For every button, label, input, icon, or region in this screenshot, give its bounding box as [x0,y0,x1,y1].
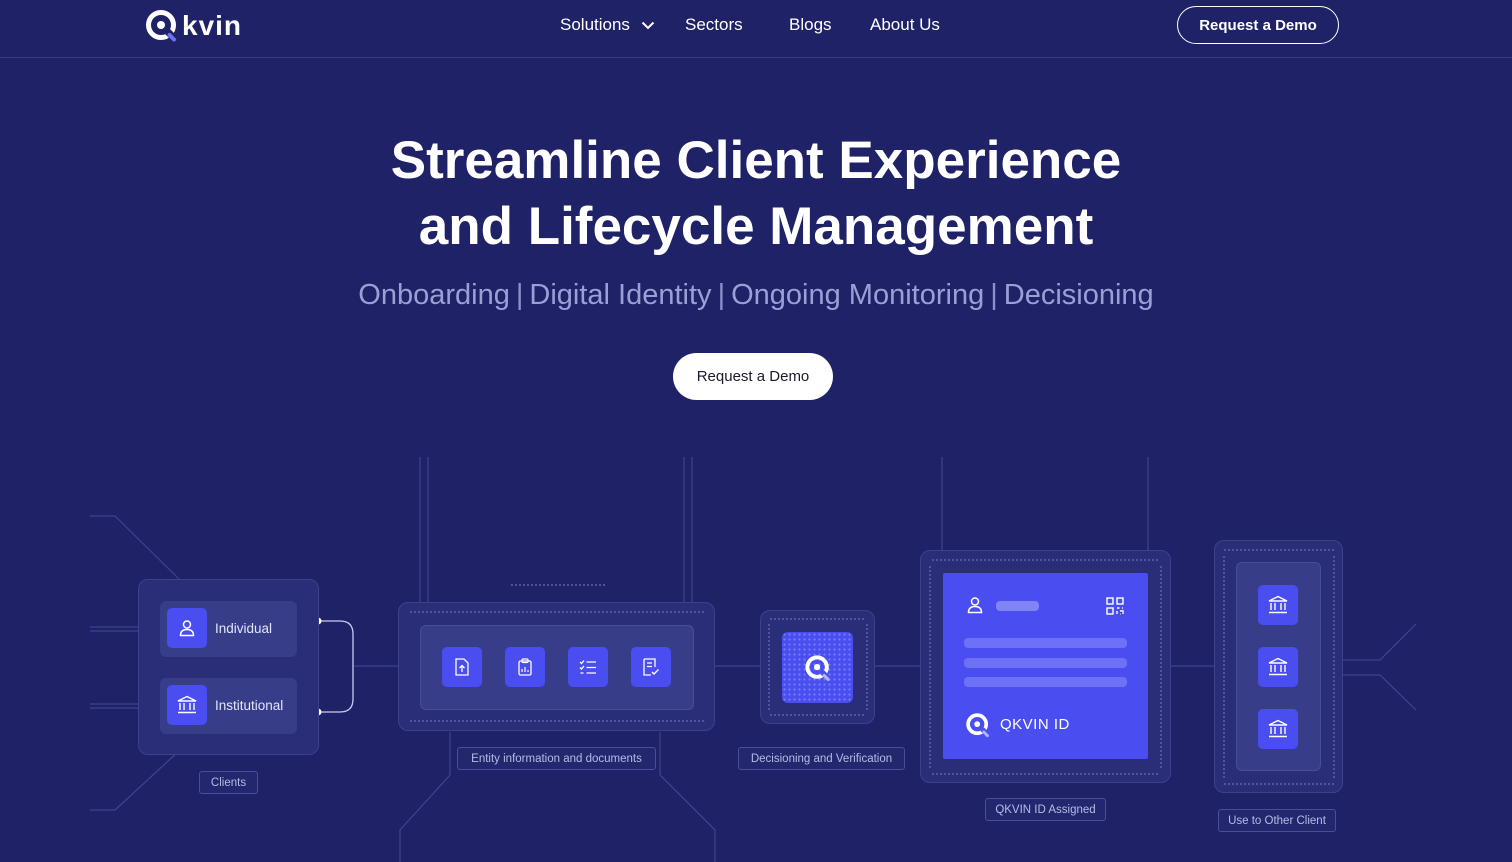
bank-icon [167,685,207,725]
dot-border [1223,548,1334,552]
info-placeholder-bar [964,638,1127,648]
decisioning-panel [760,610,875,724]
dot-border [1332,555,1336,779]
dot-border [865,623,869,711]
nav-blogs[interactable]: Blogs [789,15,832,35]
checklist-icon[interactable] [568,647,608,687]
entity-dot-strip [510,583,605,587]
nav-solutions-label: Solutions [560,15,630,34]
entity-tag: Entity information and documents [457,747,656,770]
qkvin-id-label: QKVIN ID [1000,716,1070,733]
dot-border [931,772,1160,776]
dot-border [409,719,704,723]
qkvin-logo-icon[interactable] [782,632,853,703]
hero-title-line-2: and Lifecycle Management [418,197,1094,256]
hero-title: Streamline Client Experience and Lifecyc… [0,128,1512,260]
clients-panel: Individual Institutional [138,579,319,755]
qkvin-id-tag: QKVIN ID Assigned [985,798,1106,821]
client-institutional-label: Institutional [215,698,284,713]
subtitle-decisioning: Decisioning [1003,279,1154,311]
clients-tag: Clients [199,771,258,794]
document-check-icon[interactable] [631,647,671,687]
client-individual-chip[interactable]: Individual [160,601,297,657]
name-placeholder-bar [996,601,1039,611]
bank-icon[interactable] [1258,709,1298,749]
request-demo-button-hero[interactable]: Request a Demo [673,353,833,400]
clipboard-icon[interactable] [505,647,545,687]
bank-icon[interactable] [1258,647,1298,687]
hero-title-line-1: Streamline Client Experience [390,131,1122,190]
info-placeholder-bar [964,677,1127,687]
person-icon [967,597,983,614]
dot-border [769,617,866,621]
dot-border [928,565,932,769]
client-institutional-chip[interactable]: Institutional [160,678,297,734]
qr-code-icon [1106,597,1124,615]
qkvin-q-logo-icon [146,10,178,42]
decisioning-tag: Decisioning and Verification [738,747,905,770]
dot-border [1159,565,1163,769]
qkvin-logo-icon [966,713,991,738]
dot-border [1222,555,1226,779]
qkvin-id-card: QKVIN ID [943,573,1148,759]
chevron-down-icon [641,21,654,30]
person-icon [167,608,207,648]
client-lifecycle-diagram: Individual Institutional Clients Entity … [0,440,1512,862]
bank-icon[interactable] [1258,585,1298,625]
subtitle-separator: | [717,279,726,311]
hero-subtitle: Onboarding | Digital Identity | Ongoing Moni… [0,277,1512,313]
info-placeholder-bar [964,658,1127,668]
subtitle-ongoing-monitoring: Ongoing Monitoring [731,279,985,311]
dot-border [767,623,771,711]
dot-border [769,713,866,717]
logo-text: kvin [182,10,243,41]
nav-solutions[interactable]: Solutions [560,15,655,35]
request-demo-button-header[interactable]: Request a Demo [1177,6,1339,44]
entity-panel [398,602,715,731]
subtitle-digital-identity: Digital Identity [529,279,712,311]
file-upload-icon[interactable] [442,647,482,687]
dot-border [931,558,1160,562]
subtitle-separator: | [515,279,524,311]
other-client-panel [1214,540,1343,793]
subtitle-onboarding: Onboarding [358,279,510,311]
nav-sectors[interactable]: Sectors [685,15,743,35]
nav-about-us[interactable]: About Us [870,15,940,35]
top-navigation-bar: kvin Solutions Sectors Blogs About Us Re… [0,0,1512,58]
other-client-tag: Use to Other Client [1218,809,1336,832]
dot-border [409,610,704,614]
site-logo[interactable]: kvin [145,9,242,43]
other-client-stack [1236,562,1321,771]
dot-border [1223,782,1334,786]
entity-documents-chip [420,625,694,710]
subtitle-separator: | [990,279,998,311]
client-individual-label: Individual [215,621,273,636]
